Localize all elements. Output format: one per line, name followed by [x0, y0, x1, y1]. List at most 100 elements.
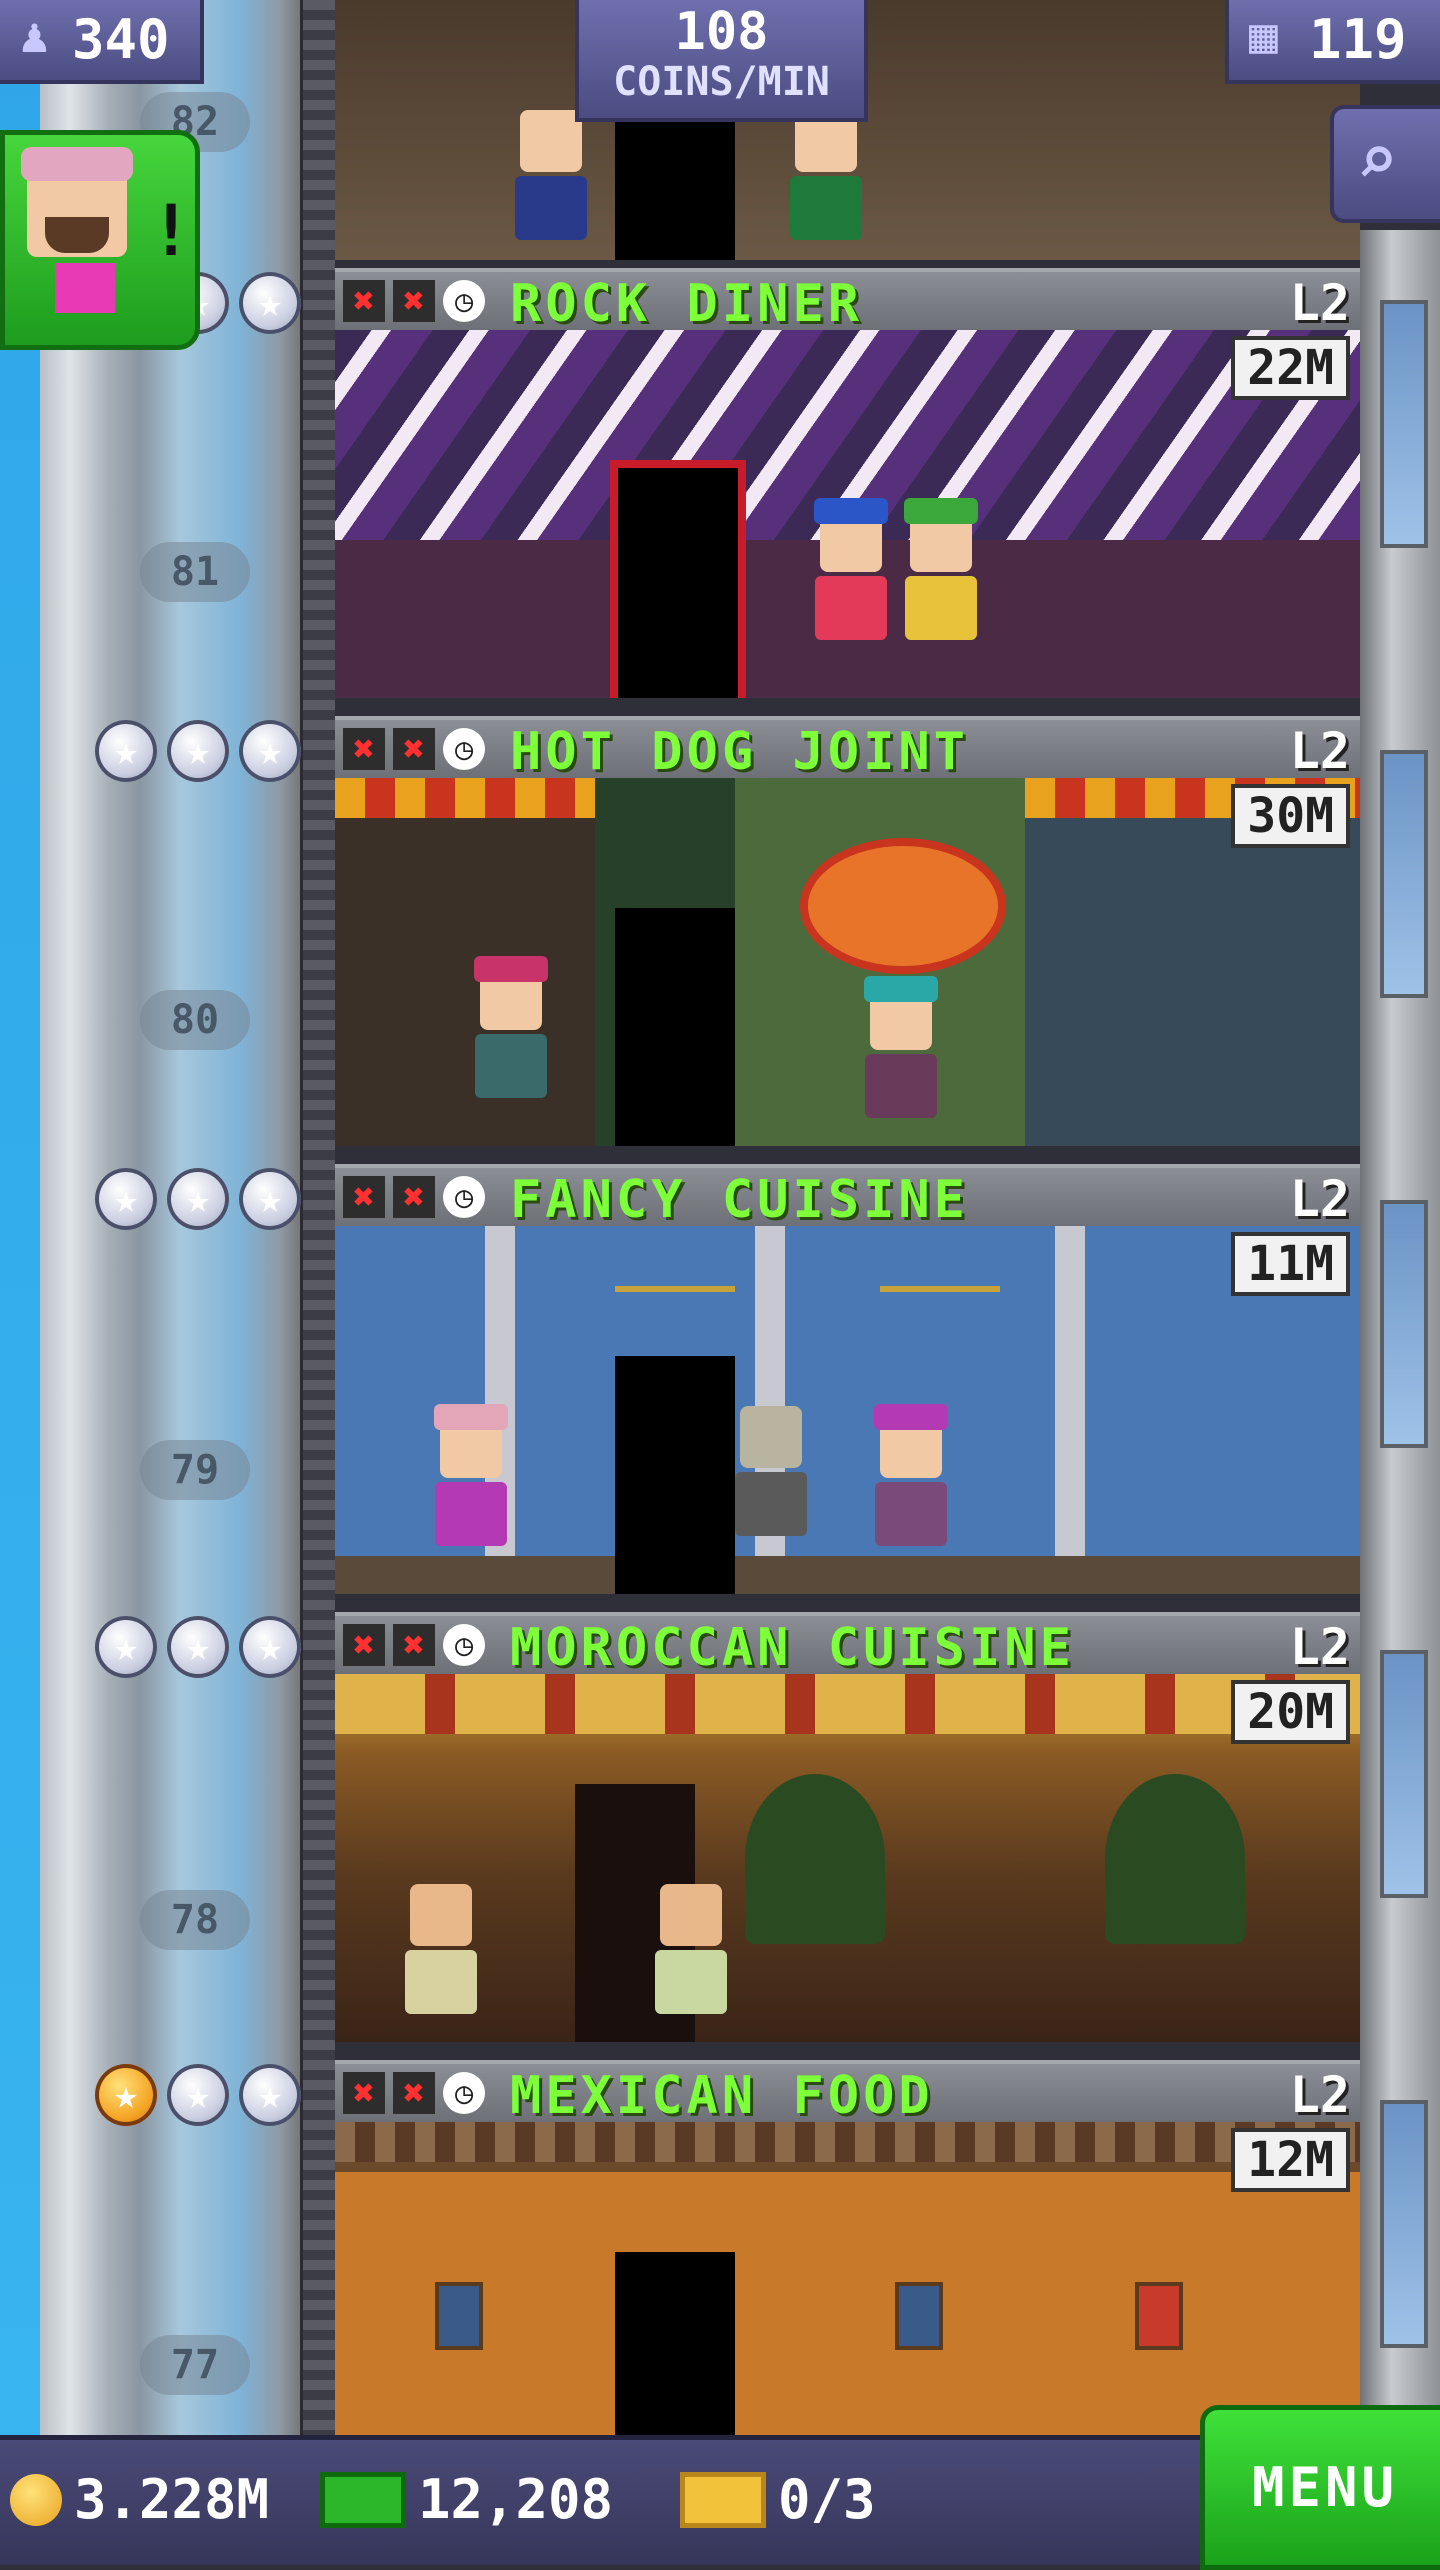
- door: [615, 2252, 735, 2435]
- door: [615, 908, 735, 1146]
- floor-name: HOT DOG JOINT: [510, 722, 969, 782]
- tower-window: [1380, 2100, 1428, 2348]
- floor-level: L2: [1289, 2066, 1350, 2124]
- tower-resident[interactable]: [814, 498, 888, 640]
- missing-stock-icon: ✖: [393, 280, 435, 322]
- star-icon: ★: [167, 720, 229, 782]
- star-icon: ★: [167, 2064, 229, 2126]
- coins-rate-panel: 108 COINS/MIN: [575, 0, 868, 122]
- tower-resident[interactable]: [790, 110, 862, 240]
- floor-fancy-cuisine[interactable]: ✖ ✖ ◷ FANCY CUISINE L2 11M: [335, 1164, 1360, 1594]
- tickets-value: 0/3: [778, 2468, 876, 2531]
- floor-level: L2: [1289, 1618, 1350, 1676]
- door: [615, 120, 735, 260]
- coins-rate-value: 108: [674, 2, 769, 62]
- tower-resident[interactable]: [735, 1406, 807, 1536]
- visitor-notification-button[interactable]: !: [0, 130, 200, 350]
- potted-palm: [1105, 1774, 1245, 1944]
- star-icon: ★: [95, 720, 157, 782]
- wall-picture: [895, 2282, 943, 2350]
- floor-level: L2: [1289, 274, 1350, 332]
- tower-resident[interactable]: [515, 110, 587, 240]
- clock-icon: ◷: [443, 1176, 485, 1218]
- floor-stock-count: 30M: [1231, 784, 1350, 848]
- star-icon: ★: [239, 272, 301, 334]
- coin-icon: [10, 2473, 62, 2526]
- floor-name: MEXICAN FOOD: [510, 2066, 934, 2126]
- missing-stock-icon: ✖: [343, 728, 385, 770]
- clock-icon: ◷: [443, 728, 485, 770]
- floor-stock-count: 22M: [1231, 336, 1350, 400]
- floor-moroccan-cuisine[interactable]: ✖ ✖ ◷ MOROCCAN CUISINE L2 20M: [335, 1612, 1360, 2042]
- search-button[interactable]: ⌕: [1330, 105, 1440, 223]
- floor-name: FANCY CUISINE: [510, 1170, 969, 1230]
- bux-icon: [320, 2471, 406, 2528]
- missing-stock-icon: ✖: [343, 1176, 385, 1218]
- missing-stock-icon: ✖: [343, 1624, 385, 1666]
- drapes: [335, 1674, 1360, 1734]
- menu-button[interactable]: MENU: [1200, 2405, 1440, 2570]
- floors-counter[interactable]: ▦ 119: [1225, 0, 1440, 84]
- floors-value: 119: [1309, 8, 1407, 71]
- floor-mexican-food[interactable]: ✖ ✖ ◷ MEXICAN FOOD L2 12M: [335, 2060, 1360, 2435]
- potted-palm: [745, 1774, 885, 1944]
- awning: [335, 778, 595, 818]
- floor-rock-diner[interactable]: ✖ ✖ ◷ ROCK DINER L2 22M: [335, 268, 1360, 698]
- door: [615, 1356, 735, 1594]
- floor-header: ✖ ✖ ◷ FANCY CUISINE L2: [335, 1164, 1360, 1230]
- clock-icon: ◷: [443, 1624, 485, 1666]
- missing-stock-icon: ✖: [343, 2072, 385, 2114]
- floor-room: [335, 330, 1360, 698]
- floor-header: ✖ ✖ ◷ ROCK DINER L2: [335, 268, 1360, 334]
- tower-resident[interactable]: [405, 1884, 477, 2014]
- star-icon: ★: [95, 1168, 157, 1230]
- floor-number: 78: [140, 1890, 250, 1950]
- star-icon: ★: [239, 2064, 301, 2126]
- room-floorboard: [335, 1556, 1360, 1594]
- elevator-rail: [300, 0, 335, 2435]
- floor-header: ✖ ✖ ◷ MEXICAN FOOD L2: [335, 2060, 1360, 2126]
- population-value: 340: [72, 8, 170, 71]
- floor-stars: ★ ★ ★: [95, 2064, 301, 2126]
- clock-icon: ◷: [443, 280, 485, 322]
- tickets-balance[interactable]: 0/3: [680, 2468, 876, 2531]
- floor-level: L2: [1289, 722, 1350, 780]
- hot-dog-sign: [800, 838, 1006, 974]
- clock-icon: ◷: [443, 2072, 485, 2114]
- floor-number: 79: [140, 1440, 250, 1500]
- tower-resident[interactable]: [474, 956, 548, 1098]
- floor-name: ROCK DINER: [510, 274, 864, 334]
- floor-stars: ★ ★ ★: [95, 720, 301, 782]
- floor-name: MOROCCAN CUISINE: [510, 1618, 1075, 1678]
- tower-window: [1380, 1200, 1428, 1448]
- floor-header: ✖ ✖ ◷ MOROCCAN CUISINE L2: [335, 1612, 1360, 1678]
- visitor-body: [55, 263, 115, 313]
- population-counter[interactable]: ♟ 340: [0, 0, 204, 84]
- wall-picture: [1135, 2282, 1183, 2350]
- floor-room: [335, 778, 1360, 1146]
- tower-resident[interactable]: [904, 498, 978, 640]
- coins-rate-label: COINS/MIN: [613, 59, 830, 105]
- missing-stock-icon: ✖: [393, 728, 435, 770]
- building-icon: ▦: [1249, 8, 1278, 64]
- floor-header: ✖ ✖ ◷ HOT DOG JOINT L2: [335, 716, 1360, 782]
- tower-resident[interactable]: [864, 976, 938, 1118]
- coins-balance[interactable]: 3.228M: [10, 2468, 269, 2531]
- tower-window: [1380, 750, 1428, 998]
- floor-number: 81: [140, 542, 250, 602]
- tower-resident[interactable]: [655, 1884, 727, 2014]
- floor-room: [335, 2122, 1360, 2435]
- alert-mark: !: [150, 190, 193, 272]
- tower-resident[interactable]: [434, 1404, 508, 1546]
- gold-star-icon: ★: [95, 2064, 157, 2126]
- floor-number: 77: [140, 2335, 250, 2395]
- missing-stock-icon: ✖: [393, 1624, 435, 1666]
- tower-resident[interactable]: [874, 1404, 948, 1546]
- floor-hot-dog-joint[interactable]: ✖ ✖ ◷ HOT DOG JOINT L2 30M: [335, 716, 1360, 1146]
- floor-number: 80: [140, 990, 250, 1050]
- door: [610, 460, 746, 698]
- bux-balance[interactable]: 12,208: [320, 2468, 613, 2531]
- bux-value: 12,208: [418, 2468, 614, 2531]
- missing-stock-icon: ✖: [393, 1176, 435, 1218]
- wall-picture: [435, 2282, 483, 2350]
